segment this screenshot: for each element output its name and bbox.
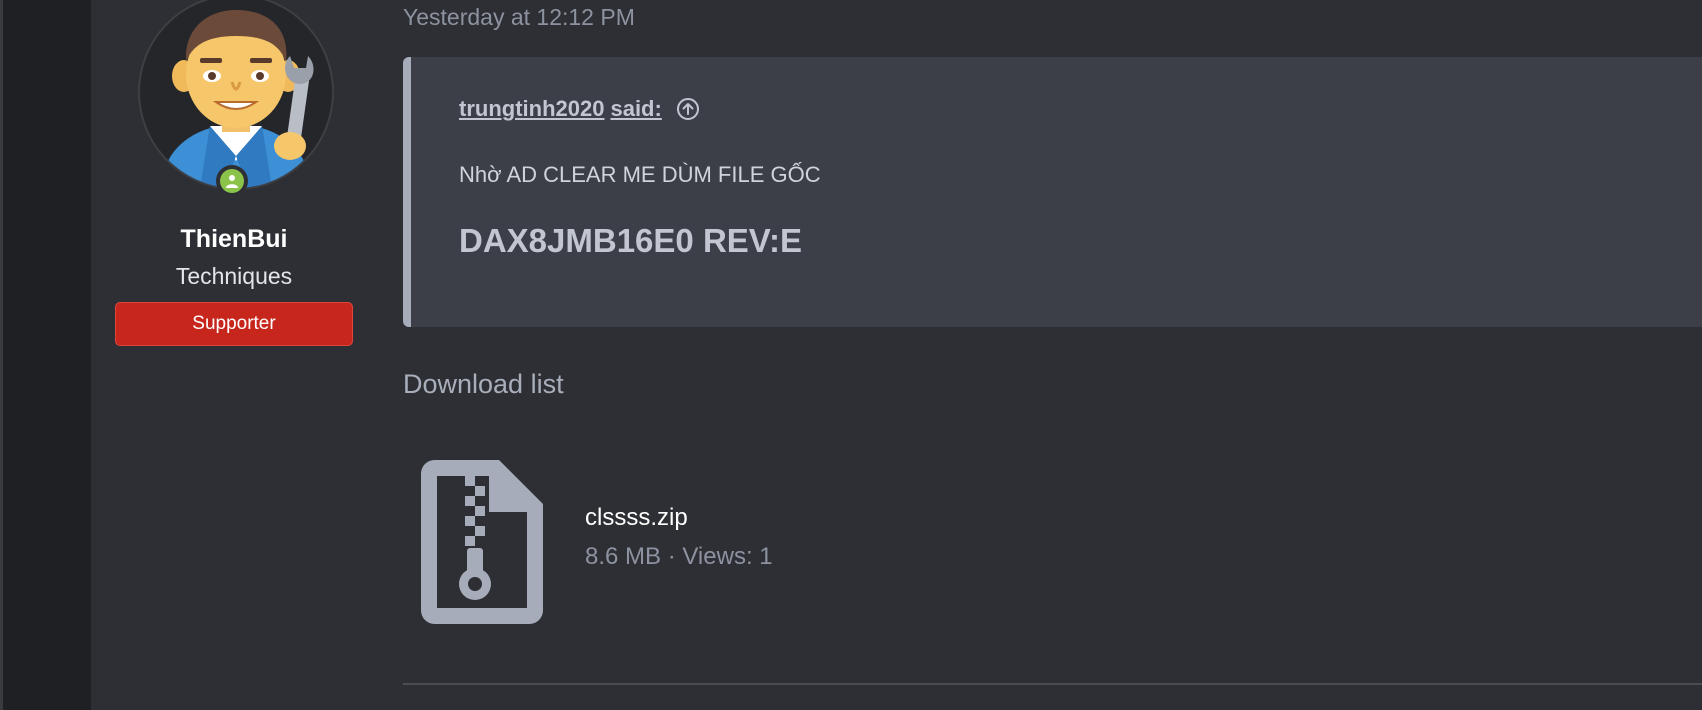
attachment-file-meta: 8.6 MB · Views: 1: [585, 543, 773, 570]
quote-text-bold: DAX8JMB16E0 REV:E: [459, 222, 802, 259]
arrow-up-circle-icon[interactable]: [676, 97, 700, 121]
user-title: Techniques: [175, 263, 293, 289]
left-gutter: [0, 0, 91, 710]
user-online-icon: [220, 169, 244, 193]
attachment-file-name[interactable]: clssss.zip: [585, 504, 688, 532]
user-banner: Supporter: [115, 302, 353, 346]
quote-text-line: Nhờ AD CLEAR ME DÙM FILE GỐC: [459, 162, 821, 187]
post-date[interactable]: Yesterday at 12:12 PM: [403, 4, 635, 31]
scroll-edge: [0, 0, 3, 710]
quote-author-name[interactable]: trungtinh2020: [459, 96, 604, 122]
online-status-indicator: [216, 165, 248, 197]
man-mechanic-avatar-icon: [160, 10, 314, 188]
user-avatar[interactable]: [138, 0, 334, 190]
thread-post-page: ThienBui Techniques Supporter Yesterday …: [0, 0, 1702, 710]
quote-said-label[interactable]: said:: [610, 96, 661, 122]
post-footer-divider: [403, 683, 1702, 685]
quote-author-link[interactable]: trungtinh2020 said:: [459, 96, 700, 122]
username[interactable]: ThienBui: [106, 225, 362, 254]
download-list-heading: Download list: [403, 369, 564, 399]
quote-block: trungtinh2020 said: Nhờ AD CLEAR ME DÙM …: [403, 57, 1702, 327]
zip-file-icon[interactable]: [421, 460, 543, 624]
